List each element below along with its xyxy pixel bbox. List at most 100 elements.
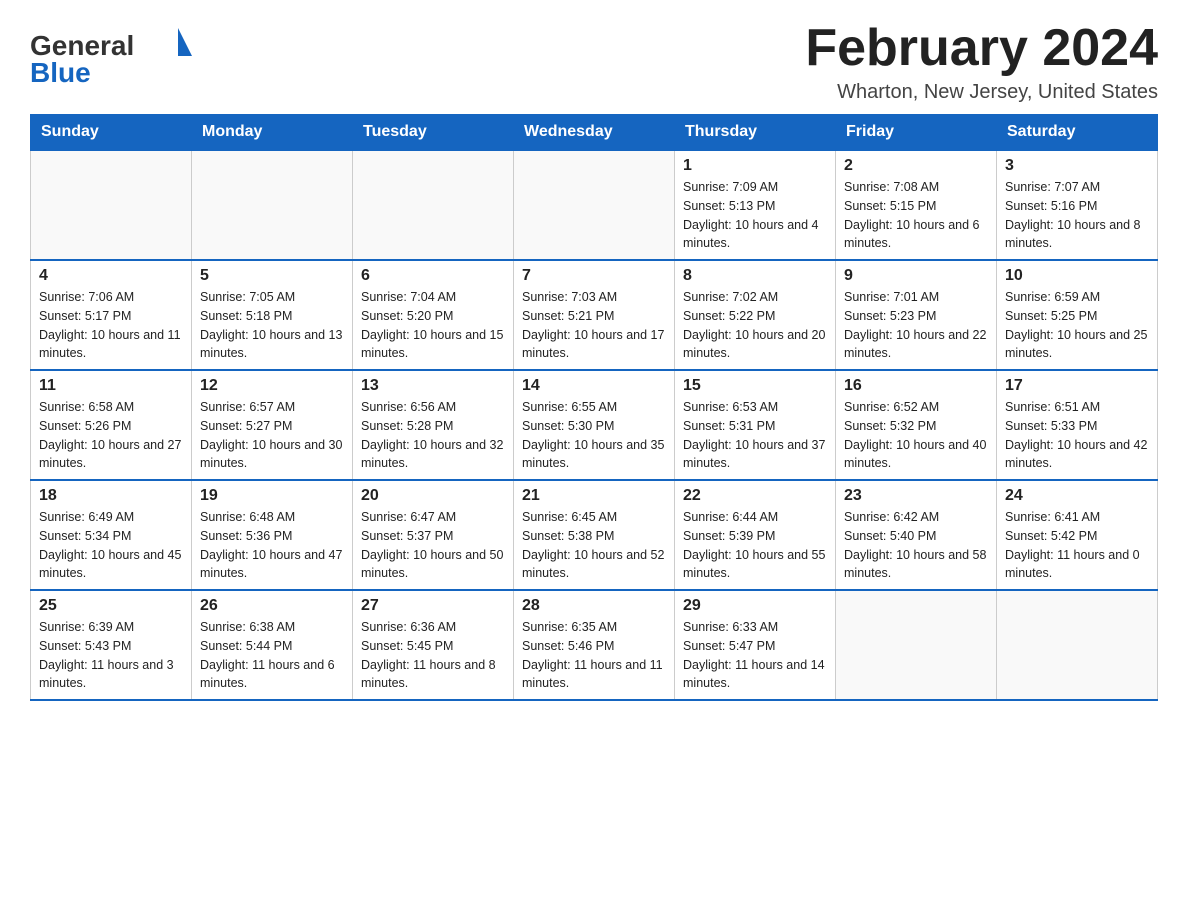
month-title: February 2024 [805, 20, 1158, 77]
calendar-table: SundayMondayTuesdayWednesdayThursdayFrid… [30, 114, 1158, 701]
day-info: Sunrise: 7:07 AMSunset: 5:16 PMDaylight:… [1005, 178, 1149, 253]
calendar-cell: 8Sunrise: 7:02 AMSunset: 5:22 PMDaylight… [675, 260, 836, 370]
day-number: 26 [200, 597, 344, 615]
day-info: Sunrise: 6:41 AMSunset: 5:42 PMDaylight:… [1005, 508, 1149, 583]
calendar-header-wednesday: Wednesday [514, 115, 675, 151]
day-number: 29 [683, 597, 827, 615]
calendar-cell: 19 Sunrise: 6:48 AMSunset: 5:36 PMDayligh… [192, 480, 353, 590]
day-info: Sunrise: 6:38 AMSunset: 5:44 PMDaylight:… [200, 618, 344, 693]
day-number: 22 [683, 487, 827, 505]
calendar-cell: 29 Sunrise: 6:33 AMSunset: 5:47 PMDayligh… [675, 590, 836, 700]
day-number: 12 [200, 377, 344, 395]
calendar-week-row: 25 Sunrise: 6:39 AMSunset: 5:43 PMDayligh… [31, 590, 1158, 700]
day-info: Sunrise: 6:58 AMSunset: 5:26 PMDaylight:… [39, 398, 183, 473]
calendar-week-row: 4 Sunrise: 7:06 AMSunset: 5:17 PMDaylight… [31, 260, 1158, 370]
day-number: 8 [683, 267, 827, 285]
day-number: 24 [1005, 487, 1149, 505]
calendar-cell: 7Sunrise: 7:03 AMSunset: 5:21 PMDaylight… [514, 260, 675, 370]
calendar-cell [514, 150, 675, 260]
svg-text:Blue: Blue [30, 57, 91, 88]
calendar-cell [353, 150, 514, 260]
page-header: General Blue February 2024 Wharton, New … [30, 20, 1158, 104]
day-number: 23 [844, 487, 988, 505]
day-info: Sunrise: 6:56 AMSunset: 5:28 PMDaylight:… [361, 398, 505, 473]
calendar-cell: 14Sunrise: 6:55 AMSunset: 5:30 PMDayligh… [514, 370, 675, 480]
day-number: 4 [39, 267, 183, 285]
day-number: 20 [361, 487, 505, 505]
day-info: Sunrise: 6:48 AMSunset: 5:36 PMDaylight:… [200, 508, 344, 583]
calendar-header-monday: Monday [192, 115, 353, 151]
calendar-cell [192, 150, 353, 260]
day-number: 10 [1005, 267, 1149, 285]
calendar-cell: 9 Sunrise: 7:01 AMSunset: 5:23 PMDaylight… [836, 260, 997, 370]
day-number: 14 [522, 377, 666, 395]
calendar-cell [836, 590, 997, 700]
calendar-header-sunday: Sunday [31, 115, 192, 151]
day-info: Sunrise: 6:49 AMSunset: 5:34 PMDaylight:… [39, 508, 183, 583]
day-number: 9 [844, 267, 988, 285]
day-info: Sunrise: 6:33 AMSunset: 5:47 PMDaylight:… [683, 618, 827, 693]
calendar-cell: 12Sunrise: 6:57 AMSunset: 5:27 PMDayligh… [192, 370, 353, 480]
day-number: 6 [361, 267, 505, 285]
day-info: Sunrise: 7:06 AMSunset: 5:17 PMDaylight:… [39, 288, 183, 363]
calendar-week-row: 11 Sunrise: 6:58 AMSunset: 5:26 PMDayligh… [31, 370, 1158, 480]
day-number: 11 [39, 377, 183, 395]
day-info: Sunrise: 6:51 AMSunset: 5:33 PMDaylight:… [1005, 398, 1149, 473]
calendar-header-friday: Friday [836, 115, 997, 151]
day-info: Sunrise: 7:09 AMSunset: 5:13 PMDaylight:… [683, 178, 827, 253]
calendar-week-row: 1 Sunrise: 7:09 AMSunset: 5:13 PMDaylight… [31, 150, 1158, 260]
day-info: Sunrise: 6:44 AMSunset: 5:39 PMDaylight:… [683, 508, 827, 583]
day-number: 25 [39, 597, 183, 615]
calendar-cell: 22 Sunrise: 6:44 AMSunset: 5:39 PMDayligh… [675, 480, 836, 590]
title-area: February 2024 Wharton, New Jersey, Unite… [805, 20, 1158, 104]
day-info: Sunrise: 7:03 AMSunset: 5:21 PMDaylight:… [522, 288, 666, 363]
day-info: Sunrise: 7:04 AMSunset: 5:20 PMDaylight:… [361, 288, 505, 363]
calendar-cell: 6 Sunrise: 7:04 AMSunset: 5:20 PMDaylight… [353, 260, 514, 370]
location: Wharton, New Jersey, United States [805, 81, 1158, 104]
calendar-cell: 26 Sunrise: 6:38 AMSunset: 5:44 PMDayligh… [192, 590, 353, 700]
day-info: Sunrise: 6:47 AMSunset: 5:37 PMDaylight:… [361, 508, 505, 583]
calendar-cell [997, 590, 1158, 700]
day-info: Sunrise: 7:01 AMSunset: 5:23 PMDaylight:… [844, 288, 988, 363]
day-number: 16 [844, 377, 988, 395]
day-info: Sunrise: 6:45 AMSunset: 5:38 PMDaylight:… [522, 508, 666, 583]
day-info: Sunrise: 7:08 AMSunset: 5:15 PMDaylight:… [844, 178, 988, 253]
calendar-cell: 11 Sunrise: 6:58 AMSunset: 5:26 PMDayligh… [31, 370, 192, 480]
day-info: Sunrise: 6:52 AMSunset: 5:32 PMDaylight:… [844, 398, 988, 473]
day-info: Sunrise: 6:39 AMSunset: 5:43 PMDaylight:… [39, 618, 183, 693]
calendar-cell: 5 Sunrise: 7:05 AMSunset: 5:18 PMDaylight… [192, 260, 353, 370]
calendar-header-thursday: Thursday [675, 115, 836, 151]
calendar-cell: 2 Sunrise: 7:08 AMSunset: 5:15 PMDaylight… [836, 150, 997, 260]
day-info: Sunrise: 6:42 AMSunset: 5:40 PMDaylight:… [844, 508, 988, 583]
calendar-week-row: 18 Sunrise: 6:49 AMSunset: 5:34 PMDayligh… [31, 480, 1158, 590]
calendar-cell: 28Sunrise: 6:35 AMSunset: 5:46 PMDayligh… [514, 590, 675, 700]
day-number: 17 [1005, 377, 1149, 395]
calendar-header-row: SundayMondayTuesdayWednesdayThursdayFrid… [31, 115, 1158, 151]
calendar-cell: 27Sunrise: 6:36 AMSunset: 5:45 PMDayligh… [353, 590, 514, 700]
day-info: Sunrise: 6:36 AMSunset: 5:45 PMDaylight:… [361, 618, 505, 693]
calendar-cell: 15Sunrise: 6:53 AMSunset: 5:31 PMDayligh… [675, 370, 836, 480]
calendar-cell: 18 Sunrise: 6:49 AMSunset: 5:34 PMDayligh… [31, 480, 192, 590]
day-info: Sunrise: 7:05 AMSunset: 5:18 PMDaylight:… [200, 288, 344, 363]
day-number: 19 [200, 487, 344, 505]
day-number: 1 [683, 157, 827, 175]
day-number: 15 [683, 377, 827, 395]
day-number: 21 [522, 487, 666, 505]
calendar-cell: 3Sunrise: 7:07 AMSunset: 5:16 PMDaylight… [997, 150, 1158, 260]
calendar-cell: 24 Sunrise: 6:41 AMSunset: 5:42 PMDayligh… [997, 480, 1158, 590]
day-number: 5 [200, 267, 344, 285]
calendar-cell [31, 150, 192, 260]
calendar-header-tuesday: Tuesday [353, 115, 514, 151]
day-number: 18 [39, 487, 183, 505]
day-info: Sunrise: 6:59 AMSunset: 5:25 PMDaylight:… [1005, 288, 1149, 363]
logo: General Blue [30, 20, 215, 95]
calendar-cell: 25 Sunrise: 6:39 AMSunset: 5:43 PMDayligh… [31, 590, 192, 700]
calendar-cell: 21 Sunrise: 6:45 AMSunset: 5:38 PMDayligh… [514, 480, 675, 590]
calendar-cell: 13 Sunrise: 6:56 AMSunset: 5:28 PMDayligh… [353, 370, 514, 480]
logo-svg: General Blue [30, 20, 215, 90]
calendar-cell: 1 Sunrise: 7:09 AMSunset: 5:13 PMDaylight… [675, 150, 836, 260]
calendar-cell: 4 Sunrise: 7:06 AMSunset: 5:17 PMDaylight… [31, 260, 192, 370]
day-number: 13 [361, 377, 505, 395]
day-number: 2 [844, 157, 988, 175]
day-info: Sunrise: 6:35 AMSunset: 5:46 PMDaylight:… [522, 618, 666, 693]
